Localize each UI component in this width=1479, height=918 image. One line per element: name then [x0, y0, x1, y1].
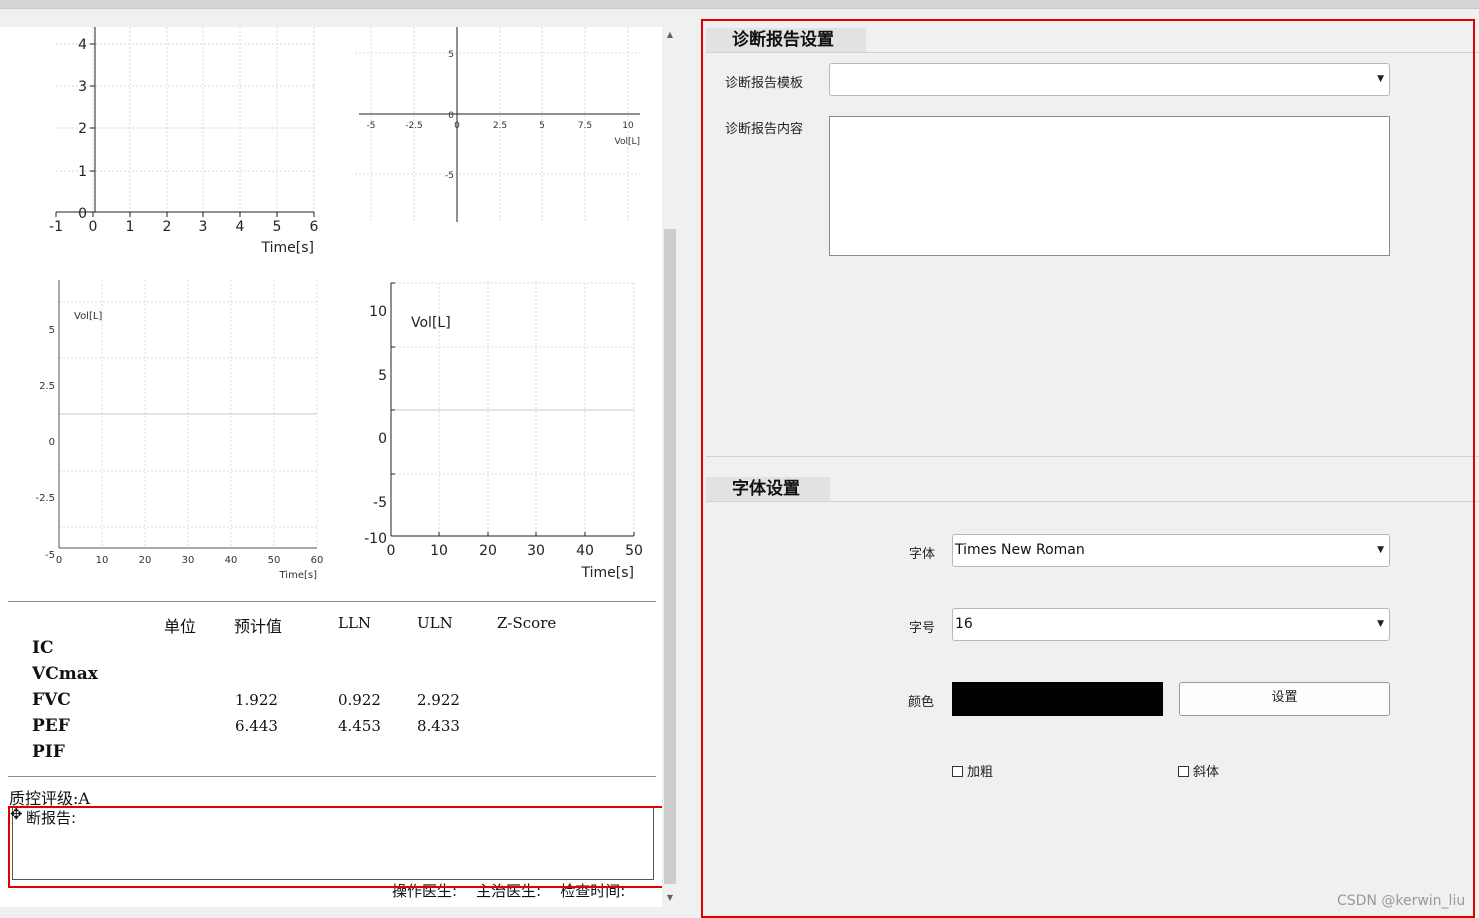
chart3-xtick: 30	[182, 555, 195, 566]
highlight-diagnosis-box	[8, 806, 666, 888]
chart-flow-time: 4 3 2 1 0 -1 0 1 2 3 4 5 6 Time[s]	[49, 27, 319, 256]
chart3-ytick: 2.5	[39, 381, 55, 392]
chart3-xtick: 40	[225, 555, 238, 566]
table-cell-uln: 8.433	[417, 717, 460, 735]
chart4-xtick: 0	[387, 543, 396, 559]
chart2-ytick: 5	[448, 50, 454, 60]
chart4-xtick: 20	[479, 543, 497, 559]
table-cell-pred: 6.443	[235, 717, 278, 735]
chart1-ytick: 4	[78, 37, 87, 53]
chart1-ytick: 1	[78, 164, 87, 180]
table-cell-uln: 2.922	[417, 691, 460, 709]
chart1-xlabel: Time[s]	[261, 240, 314, 256]
chart4-ytick: 10	[369, 304, 387, 320]
chart2-xtick: -2.5	[405, 121, 423, 131]
chart-flow-volume: -5 -2.5 0 2.5 5 7.5 10 5 0 -5 Vol[L]	[355, 27, 640, 222]
chart4-xtick: 30	[527, 543, 545, 559]
chart4-xtick: 10	[430, 543, 448, 559]
chart1-xtick: 2	[163, 219, 172, 235]
scroll-down-arrow-icon[interactable]: ▼	[662, 893, 678, 902]
chart4-ylabel: Vol[L]	[411, 315, 451, 331]
highlight-settings-panel	[701, 19, 1475, 918]
chart4-ytick: -10	[364, 531, 387, 547]
table-header-uln: ULN	[417, 614, 453, 632]
chart3-xlabel: Time[s]	[279, 570, 318, 581]
chart3-ytick: -2.5	[35, 493, 55, 504]
chart3-ytick: 5	[49, 325, 55, 336]
chart-volume-time-small: Vol[L] 5 2.5 0 -2.5 -5 0 10 20 30 40 50 …	[35, 280, 324, 581]
chart1-ytick: 2	[78, 121, 87, 137]
report-scrollbar[interactable]: ▲ ▼	[662, 27, 678, 907]
chart2-xtick: -5	[367, 121, 376, 131]
table-cell-lln: 4.453	[338, 717, 381, 735]
report-preview: 4 3 2 1 0 -1 0 1 2 3 4 5 6 Time[s] -5 -2…	[0, 27, 662, 907]
chart2-xtick: 5	[539, 121, 545, 131]
chart4-ytick: -5	[373, 495, 387, 511]
chart2-ytick: -5	[445, 171, 454, 181]
chart1-xtick: 3	[199, 219, 208, 235]
table-top-rule	[8, 601, 656, 602]
chart2-xtick: 2.5	[493, 121, 507, 131]
chart3-xtick: 50	[268, 555, 281, 566]
window-top-bar	[0, 0, 1479, 9]
chart2-xlabel: Vol[L]	[614, 137, 640, 147]
chart1-xtick: 5	[273, 219, 282, 235]
chart1-xtick: 4	[236, 219, 245, 235]
chart3-ytick: -5	[45, 550, 55, 561]
chart2-xtick: 10	[622, 121, 634, 131]
chart3-xtick: 0	[56, 555, 62, 566]
chart1-xtick: 0	[89, 219, 98, 235]
table-header-pred: 预计值	[234, 617, 283, 636]
chart4-xtick: 50	[625, 543, 643, 559]
chart4-xtick: 40	[576, 543, 594, 559]
table-header-unit: 单位	[164, 617, 197, 636]
scroll-thumb[interactable]	[664, 229, 676, 884]
chart3-ylabel: Vol[L]	[74, 311, 102, 322]
table-row-name: PIF	[32, 742, 65, 762]
chart3-xtick: 20	[139, 555, 152, 566]
chart1-xtick: -1	[49, 219, 63, 235]
chart3-ytick: 0	[49, 437, 55, 448]
chart-volume-time-large: Vol[L] 10 5 0 -5 -10 0 10 20 30 40 50 Ti…	[364, 282, 643, 581]
chart4-ytick: 5	[378, 368, 387, 384]
scroll-up-arrow-icon[interactable]: ▲	[662, 30, 678, 39]
table-row-name: IC	[32, 638, 54, 658]
chart1-xtick: 1	[126, 219, 135, 235]
table-cell-pred: 1.922	[235, 691, 278, 709]
table-cell-lln: 0.922	[338, 691, 381, 709]
table-header-lln: LLN	[338, 614, 372, 632]
chart3-xtick: 10	[96, 555, 109, 566]
chart1-ytick: 3	[78, 79, 87, 95]
table-row-name: FVC	[32, 690, 71, 710]
chart4-xlabel: Time[s]	[581, 565, 634, 581]
chart2-xtick: 0	[454, 121, 460, 131]
table-row-name: PEF	[32, 716, 70, 736]
watermark: CSDN @kerwin_liu	[1337, 893, 1466, 909]
chart2-xtick: 7.5	[578, 121, 592, 131]
table-bottom-rule	[8, 776, 656, 777]
table-row-name: VCmax	[32, 664, 98, 684]
chart1-ytick: 0	[78, 206, 87, 222]
table-header-zscore: Z-Score	[497, 614, 557, 632]
chart2-ytick: 0	[448, 111, 454, 121]
chart4-ytick: 0	[378, 431, 387, 447]
chart3-xtick: 60	[311, 555, 324, 566]
chart1-xtick: 6	[310, 219, 319, 235]
